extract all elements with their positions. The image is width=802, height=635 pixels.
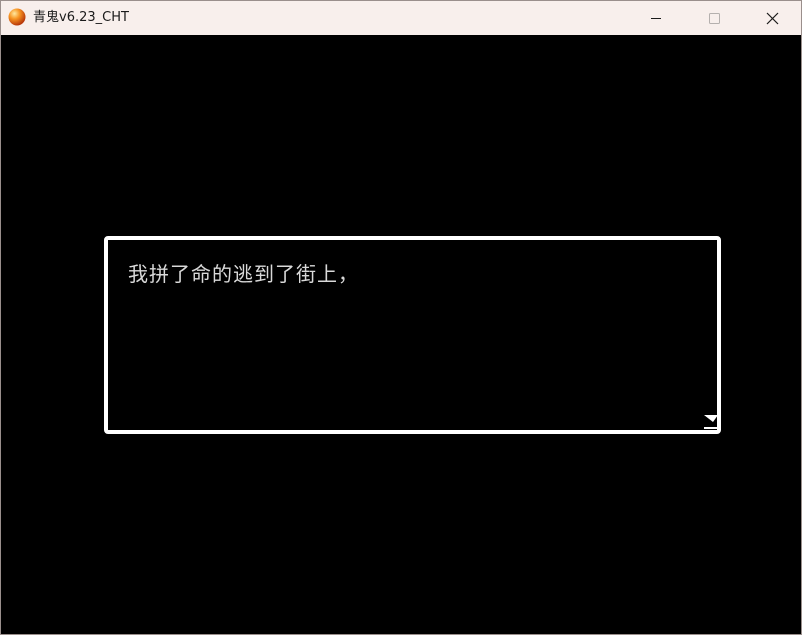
orange-orb-icon — [8, 8, 26, 26]
dialog-text: 我拼了命的逃到了街上， — [128, 262, 359, 286]
close-button[interactable] — [749, 1, 795, 35]
minimize-button[interactable] — [633, 1, 679, 35]
minimize-icon — [651, 18, 661, 19]
game-screen[interactable]: 我拼了命的逃到了街上， — [1, 35, 801, 634]
title-bar[interactable]: 青鬼v6.23_CHT — [1, 1, 801, 35]
continue-arrow-icon — [704, 415, 720, 429]
maximize-icon — [709, 13, 720, 24]
close-icon — [766, 12, 779, 25]
maximize-button[interactable] — [691, 1, 737, 35]
window-title: 青鬼v6.23_CHT — [33, 10, 129, 25]
game-window: 青鬼v6.23_CHT 我拼了命的逃到了街上， — [0, 0, 802, 635]
message-window[interactable]: 我拼了命的逃到了街上， — [104, 236, 721, 434]
